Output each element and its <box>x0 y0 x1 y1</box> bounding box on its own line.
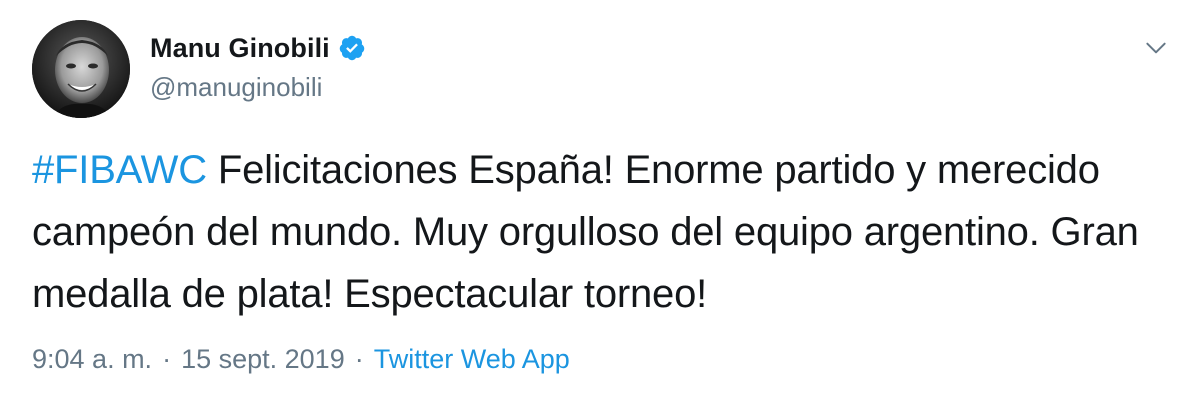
tweet-text: #FIBAWC Felicitaciones España! Enorme pa… <box>32 139 1162 325</box>
tweet-card: Manu Ginobili @manuginobili #FIBAWC Feli… <box>0 0 1198 412</box>
avatar-photo-icon <box>32 20 130 118</box>
author-display-name[interactable]: Manu Ginobili <box>150 33 330 64</box>
meta-separator: · <box>354 344 364 374</box>
avatar[interactable] <box>32 20 130 118</box>
meta-separator: · <box>162 344 172 374</box>
tweet-source-link[interactable]: Twitter Web App <box>374 344 570 375</box>
tweet-date[interactable]: 15 sept. 2019 <box>181 344 345 375</box>
tweet-meta: 9:04 a. m. · 15 sept. 2019 · Twitter Web… <box>32 344 570 375</box>
hashtag-link[interactable]: #FIBAWC <box>32 148 207 192</box>
tweet-time[interactable]: 9:04 a. m. <box>32 344 152 375</box>
author-handle[interactable]: @manuginobili <box>150 72 322 103</box>
tweet-menu-button[interactable] <box>1136 28 1176 68</box>
chevron-down-icon <box>1146 42 1166 54</box>
verified-badge-icon <box>338 34 366 62</box>
author-name-row: Manu Ginobili <box>150 31 366 65</box>
